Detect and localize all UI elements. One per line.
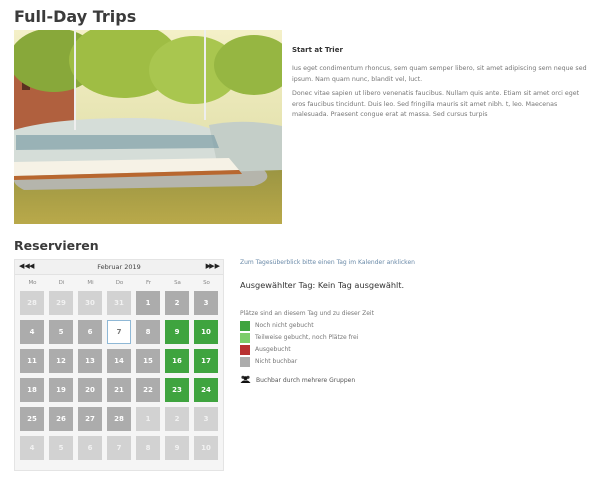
calendar-day[interactable]: 1 <box>136 407 160 431</box>
legend-item: Nicht buchbar <box>240 356 590 367</box>
calendar-day[interactable]: 12 <box>49 349 73 373</box>
calendar-day[interactable]: 13 <box>78 349 102 373</box>
info-paragraph: Donec vitae sapien ut libero venenatis f… <box>292 90 580 118</box>
next-year-icon[interactable]: ▶▶ <box>209 262 220 272</box>
legend-label: Noch nicht gebucht <box>255 322 314 329</box>
calendar-day[interactable]: 4 <box>20 320 44 344</box>
legend-swatch <box>240 332 250 343</box>
calendar-day[interactable]: 31 <box>107 291 131 315</box>
calendar-day[interactable]: 24 <box>194 378 218 402</box>
calendar-month-label: Februar 2019 <box>97 263 141 271</box>
calendar-day[interactable]: 3 <box>194 291 218 315</box>
availability-legend: Noch nicht gebucht Teilweise gebucht, no… <box>240 320 590 367</box>
weekday-label: Mi <box>87 280 94 286</box>
calendar-day[interactable]: 9 <box>165 320 189 344</box>
calendar-day[interactable]: 30 <box>78 291 102 315</box>
calendar-day[interactable]: 4 <box>20 436 44 460</box>
boat-photo <box>14 30 282 224</box>
legend-label: Ausgebucht <box>255 346 291 353</box>
calendar-day[interactable]: 16 <box>165 349 189 373</box>
reserve-title: Reservieren <box>14 238 99 253</box>
legend-item: Teilweise gebucht, noch Plätze frei <box>240 332 590 343</box>
calendar-hint: Zum Tagesüberblick bitte einen Tag im Ka… <box>240 259 415 266</box>
booking-sidebar: Zum Tagesüberblick bitte einen Tag im Ka… <box>240 259 590 389</box>
users-icon <box>240 371 251 389</box>
legend-item: Ausgebucht <box>240 344 590 355</box>
calendar-day[interactable]: 22 <box>136 378 160 402</box>
legend-swatch <box>240 344 250 355</box>
info-paragraph: Ius eget condimentum rhoncus, sem quam s… <box>292 65 587 83</box>
calendar-day[interactable]: 1 <box>136 291 160 315</box>
booking-calendar: ◀◀ ◀ Februar 2019 ▶ ▶▶ Mo Di Mi Do Fr Sa… <box>14 259 224 471</box>
calendar-day[interactable]: 15 <box>136 349 160 373</box>
calendar-day[interactable]: 6 <box>78 436 102 460</box>
calendar-day[interactable]: 10 <box>194 320 218 344</box>
calendar-day[interactable]: 2 <box>165 407 189 431</box>
weekday-label: Fr <box>145 280 152 286</box>
calendar-day[interactable]: 21 <box>107 378 131 402</box>
calendar-day[interactable]: 6 <box>78 320 102 344</box>
calendar-day[interactable]: 28 <box>107 407 131 431</box>
calendar-day[interactable]: 2 <box>165 291 189 315</box>
calendar-day[interactable]: 20 <box>78 378 102 402</box>
legend-item: Noch nicht gebucht <box>240 320 590 331</box>
weekday-row: Mo Di Mi Do Fr Sa So <box>15 277 225 289</box>
weekday-label: Di <box>58 280 65 286</box>
calendar-day[interactable]: 11 <box>20 349 44 373</box>
legend-title: Plätze sind an diesem Tag und zu dieser … <box>240 310 374 317</box>
group-booking-note: Buchbar durch mehrere Gruppen <box>240 371 590 389</box>
info-heading: Start at Trier <box>292 46 343 54</box>
group-booking-label: Buchbar durch mehrere Gruppen <box>256 376 356 384</box>
calendar-day[interactable]: 7 <box>107 320 131 344</box>
calendar-day[interactable]: 28 <box>20 291 44 315</box>
calendar-day[interactable]: 7 <box>107 436 131 460</box>
calendar-day[interactable]: 19 <box>49 378 73 402</box>
calendar-day[interactable]: 5 <box>49 436 73 460</box>
calendar-day[interactable]: 26 <box>49 407 73 431</box>
legend-label: Nicht buchbar <box>255 358 298 365</box>
calendar-day[interactable]: 8 <box>136 320 160 344</box>
weekday-label: So <box>203 280 210 286</box>
calendar-day[interactable]: 5 <box>49 320 73 344</box>
calendar-day[interactable]: 23 <box>165 378 189 402</box>
calendar-day[interactable]: 3 <box>194 407 218 431</box>
calendar-header: ◀◀ ◀ Februar 2019 ▶ ▶▶ <box>15 260 223 275</box>
calendar-day[interactable]: 8 <box>136 436 160 460</box>
calendar-day[interactable]: 9 <box>165 436 189 460</box>
calendar-day[interactable]: 27 <box>78 407 102 431</box>
page-title: Full-Day Trips <box>14 7 137 26</box>
weekday-label: Sa <box>174 280 181 286</box>
legend-swatch <box>240 356 250 367</box>
weekday-label: Do <box>115 280 124 286</box>
selected-day-status: Ausgewählter Tag: Kein Tag ausgewählt. <box>240 280 405 290</box>
calendar-day[interactable]: 18 <box>20 378 44 402</box>
weekday-label: Mo <box>28 280 37 286</box>
legend-swatch <box>240 320 250 331</box>
legend-label: Teilweise gebucht, noch Plätze frei <box>255 334 359 341</box>
calendar-day[interactable]: 25 <box>20 407 44 431</box>
calendar-day[interactable]: 10 <box>194 436 218 460</box>
calendar-day[interactable]: 14 <box>107 349 131 373</box>
calendar-day[interactable]: 29 <box>49 291 73 315</box>
calendar-day[interactable]: 17 <box>194 349 218 373</box>
trip-info: Start at Trier Ius eget condimentum rhon… <box>292 46 590 125</box>
